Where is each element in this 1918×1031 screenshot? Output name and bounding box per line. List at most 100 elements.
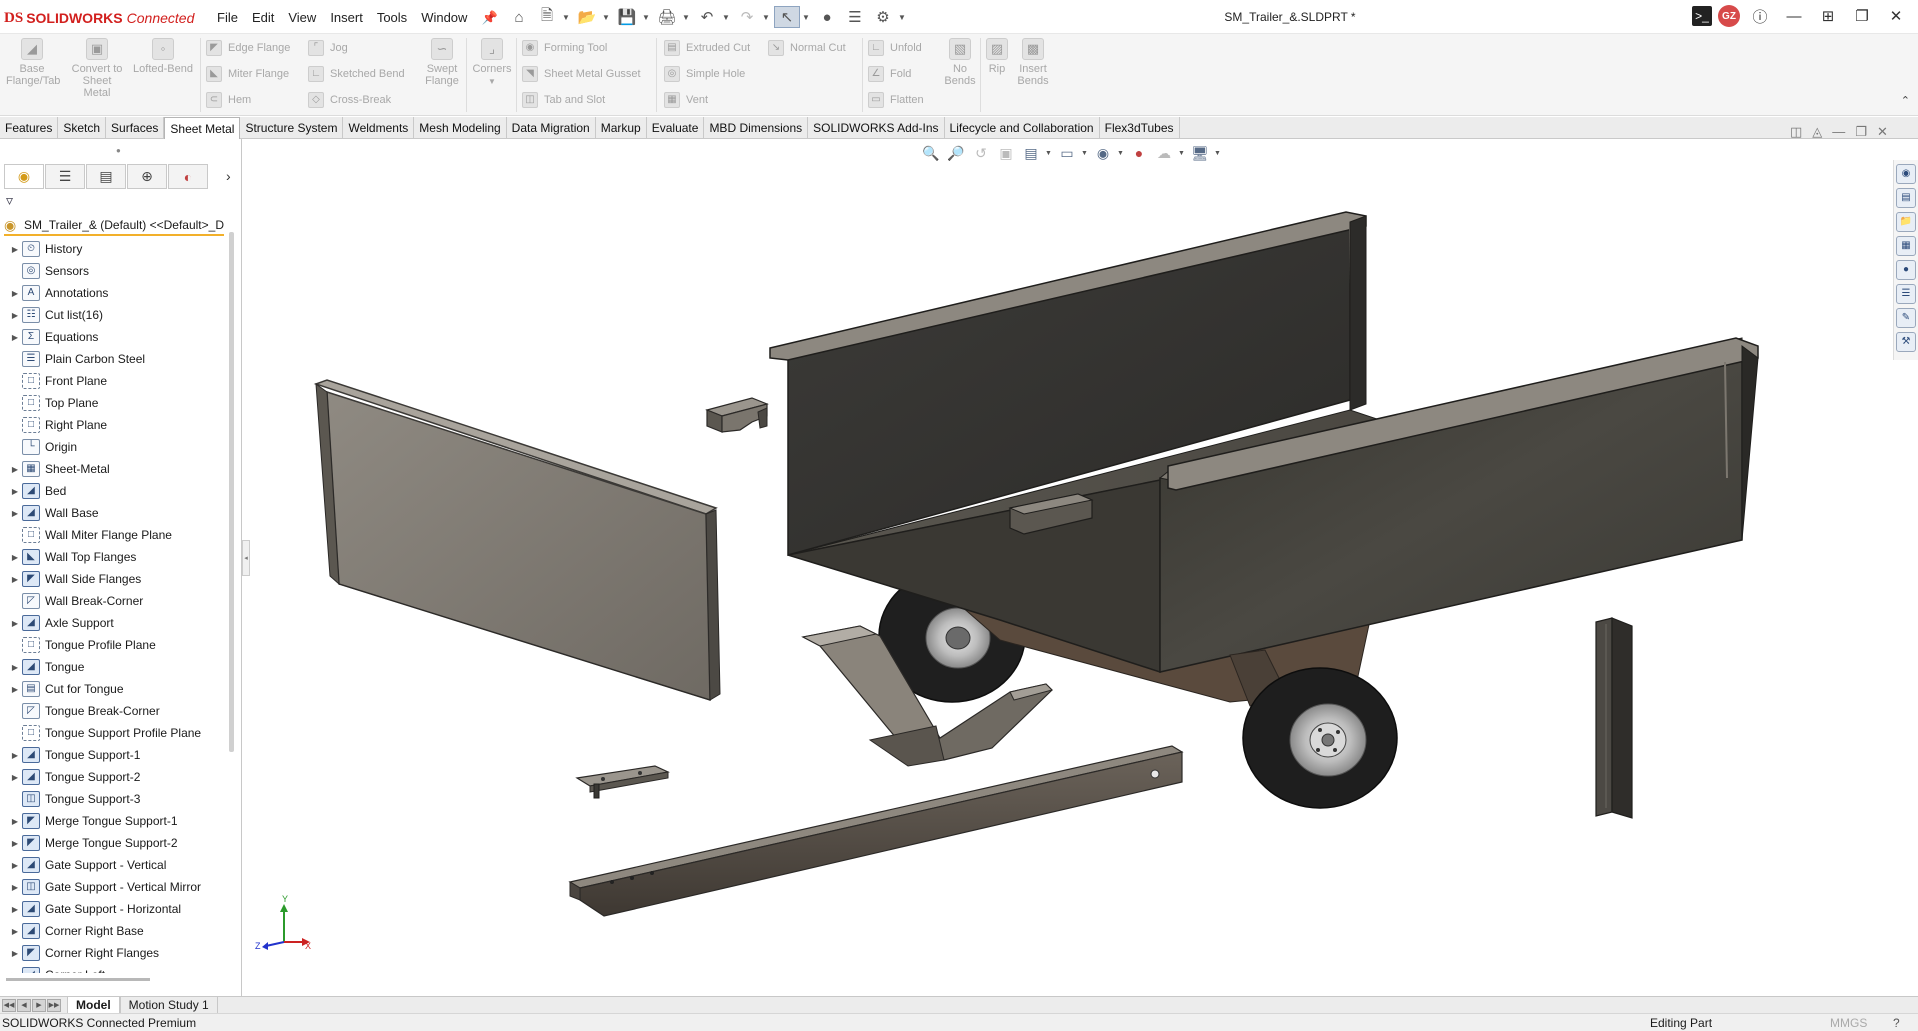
last-tab-icon[interactable]: ▶▶ xyxy=(47,998,61,1012)
tree-item[interactable]: ▶ ◢ Tongue Support-1 xyxy=(0,744,230,766)
tree-item[interactable]: □ Front Plane xyxy=(0,370,230,392)
tree-item[interactable]: ▶ ◢ Tongue Support-2 xyxy=(0,766,230,788)
tab-evaluate[interactable]: Evaluate xyxy=(647,117,705,139)
expand-arrow-icon[interactable]: ▶ xyxy=(8,465,22,474)
rip-button[interactable]: ▨ Rip xyxy=(984,38,1010,75)
vertical-gate-support[interactable] xyxy=(1595,617,1633,819)
right-wheel[interactable] xyxy=(1229,649,1398,809)
small-bracket-part[interactable] xyxy=(705,397,769,433)
expand-arrow-icon[interactable]: ▶ xyxy=(8,861,22,870)
tree-item[interactable]: ▶ ◢ Gate Support - Vertical xyxy=(0,854,230,876)
viewport-restore-icon[interactable]: ❐ xyxy=(1855,124,1867,140)
expand-arrow-icon[interactable]: ▶ xyxy=(8,311,22,320)
collapse-pane-icon[interactable]: ◂ xyxy=(242,540,250,576)
tree-item[interactable]: ▶ ◢ Wall Base xyxy=(0,502,230,524)
expand-arrow-icon[interactable]: ▶ xyxy=(8,751,22,760)
minimize-icon[interactable]: — xyxy=(1780,4,1808,28)
dynamic-annotation-icon[interactable]: ▤ xyxy=(1020,142,1042,164)
zoom-to-fit-icon[interactable]: 🔍 xyxy=(920,142,942,164)
tree-item[interactable]: ▶ A Annotations xyxy=(0,282,230,304)
expand-arrow-icon[interactable]: ▶ xyxy=(8,619,22,628)
edge-flange-button[interactable]: ◤ Edge Flange xyxy=(206,38,290,58)
save-dropdown-icon[interactable]: ▼ xyxy=(642,13,652,22)
tree-item[interactable]: ▶◢ Corner Left ... xyxy=(0,964,230,973)
tree-item[interactable]: □ Tongue Profile Plane xyxy=(0,634,230,656)
user-avatar[interactable]: GZ xyxy=(1718,5,1740,27)
dimxpert-manager-tab-icon[interactable]: ⊕ xyxy=(127,164,167,189)
tree-item[interactable]: ▶ ◫ Gate Support - Vertical Mirror xyxy=(0,876,230,898)
unfold-button[interactable]: ∟ Unfold xyxy=(868,38,922,58)
tab-motion-study-1[interactable]: Motion Study 1 xyxy=(119,996,218,1014)
sketched-bend-button[interactable]: ∟ Sketched Bend xyxy=(308,64,405,84)
appearances-icon[interactable]: ● xyxy=(1896,260,1916,280)
expand-arrow-icon[interactable]: ▶ xyxy=(8,487,22,496)
open-icon[interactable]: 📂 xyxy=(574,6,600,28)
print-dropdown-icon[interactable]: ▼ xyxy=(682,13,692,22)
property-manager-tab-icon[interactable]: ☰ xyxy=(45,164,85,189)
fold-button[interactable]: ∠ Fold xyxy=(868,64,911,84)
tree-item[interactable]: ▶ ◢ Axle Support xyxy=(0,612,230,634)
print-icon[interactable]: 🖨 xyxy=(654,6,680,28)
viewport-minimize-icon[interactable]: — xyxy=(1832,124,1845,140)
open-dropdown-icon[interactable]: ▼ xyxy=(602,13,612,22)
tree-horizontal-scrollbar[interactable] xyxy=(6,978,150,981)
select-dropdown-icon[interactable]: ▼ xyxy=(802,13,812,22)
home-icon[interactable]: ⌂ xyxy=(506,6,532,28)
apply-scene-icon[interactable]: ☁ xyxy=(1153,142,1175,164)
expand-arrow-icon[interactable]: ▶ xyxy=(8,333,22,342)
command-prompt-icon[interactable]: >_ xyxy=(1692,6,1712,26)
menu-view[interactable]: View xyxy=(281,8,323,28)
solidworks-logo[interactable]: DS SOLIDWORKS Connected xyxy=(4,8,194,28)
expand-arrow-icon[interactable]: ▶ xyxy=(8,289,22,298)
new-dropdown-icon[interactable]: ▼ xyxy=(562,13,572,22)
options-gear-icon[interactable]: ⚙ xyxy=(870,6,896,28)
solidworks-resources-icon[interactable]: ◉ xyxy=(1896,164,1916,184)
expand-arrow-icon[interactable]: ▶ xyxy=(8,773,22,782)
expand-arrow-icon[interactable]: ▶ xyxy=(8,817,22,826)
hinge-plate-part[interactable] xyxy=(575,765,670,799)
expand-arrow-icon[interactable]: ▶ xyxy=(8,839,22,848)
help-icon[interactable]: ⓘ xyxy=(1746,4,1774,28)
undo-icon[interactable]: ↶ xyxy=(694,6,720,28)
tree-item[interactable]: ◸ Tongue Break-Corner xyxy=(0,700,230,722)
miter-flange-button[interactable]: ◣ Miter Flange xyxy=(206,64,289,84)
tree-item[interactable]: ▶ ▤ Cut for Tongue xyxy=(0,678,230,700)
new-document-icon[interactable]: 🗎 xyxy=(534,6,560,28)
redo-icon[interactable]: ↷ xyxy=(734,6,760,28)
tab-structure-system[interactable]: Structure System xyxy=(240,117,344,139)
tab-sheet-metal[interactable]: Sheet Metal xyxy=(164,117,241,140)
expand-arrow-icon[interactable]: ▶ xyxy=(8,575,22,584)
tab-solidworks-add-ins[interactable]: SOLIDWORKS Add-Ins xyxy=(808,117,945,139)
simple-hole-button[interactable]: ◎ Simple Hole xyxy=(664,64,745,84)
expand-arrow-icon[interactable]: ▶ xyxy=(8,663,22,672)
status-help-icon[interactable]: ? xyxy=(1893,1016,1900,1030)
redo-dropdown-icon[interactable]: ▼ xyxy=(762,13,772,22)
part-root-node[interactable]: ◉ SM_Trailer_& (Default) <<Default>_D xyxy=(4,216,224,236)
swept-flange-button[interactable]: ∽ Swept Flange xyxy=(414,38,470,87)
view-settings-dropdown-icon[interactable]: ▼ xyxy=(1214,150,1222,157)
base-flange-button[interactable]: ◢ Base Flange/Tab xyxy=(6,38,60,87)
tree-item[interactable]: □ Wall Miter Flange Plane xyxy=(0,524,230,546)
trailer-model-render[interactable]: Y X Z xyxy=(243,139,1893,996)
file-explorer-icon[interactable]: 📁 xyxy=(1896,212,1916,232)
extruded-cut-button[interactable]: ▤ Extruded Cut xyxy=(664,38,750,58)
expand-arrow-icon[interactable]: ▶ xyxy=(8,245,22,254)
no-bends-button[interactable]: ▧ No Bends xyxy=(940,38,980,87)
tree-item[interactable]: ▶ ◤ Merge Tongue Support-1 xyxy=(0,810,230,832)
expand-arrow-icon[interactable]: ▶ xyxy=(8,971,22,974)
vent-button[interactable]: ▦ Vent xyxy=(664,90,708,110)
hide-show-dropdown-icon[interactable]: ▼ xyxy=(1117,150,1125,157)
tree-vertical-scrollbar[interactable] xyxy=(229,232,234,752)
tree-item[interactable]: ▶ ⏲ History xyxy=(0,238,230,260)
forming-tool-button[interactable]: ◉ Forming Tool xyxy=(522,38,607,58)
tile-windows-icon[interactable]: ⊞ xyxy=(1814,4,1842,28)
status-units[interactable]: MMGS xyxy=(1830,1016,1867,1030)
save-icon[interactable]: 💾 xyxy=(614,6,640,28)
view-orientation-cube-icon[interactable]: ▭ xyxy=(1056,142,1078,164)
hide-show-items-eye-icon[interactable]: ◉ xyxy=(1092,142,1114,164)
rebuild-traffic-light-icon[interactable]: ● xyxy=(814,6,840,28)
tree-item[interactable]: ▶ ☷ Cut list(16) xyxy=(0,304,230,326)
view-settings-monitor-icon[interactable]: 🖥 xyxy=(1189,142,1211,164)
viewport-close-icon[interactable]: ✕ xyxy=(1877,124,1888,140)
first-tab-icon[interactable]: ◀◀ xyxy=(2,998,16,1012)
